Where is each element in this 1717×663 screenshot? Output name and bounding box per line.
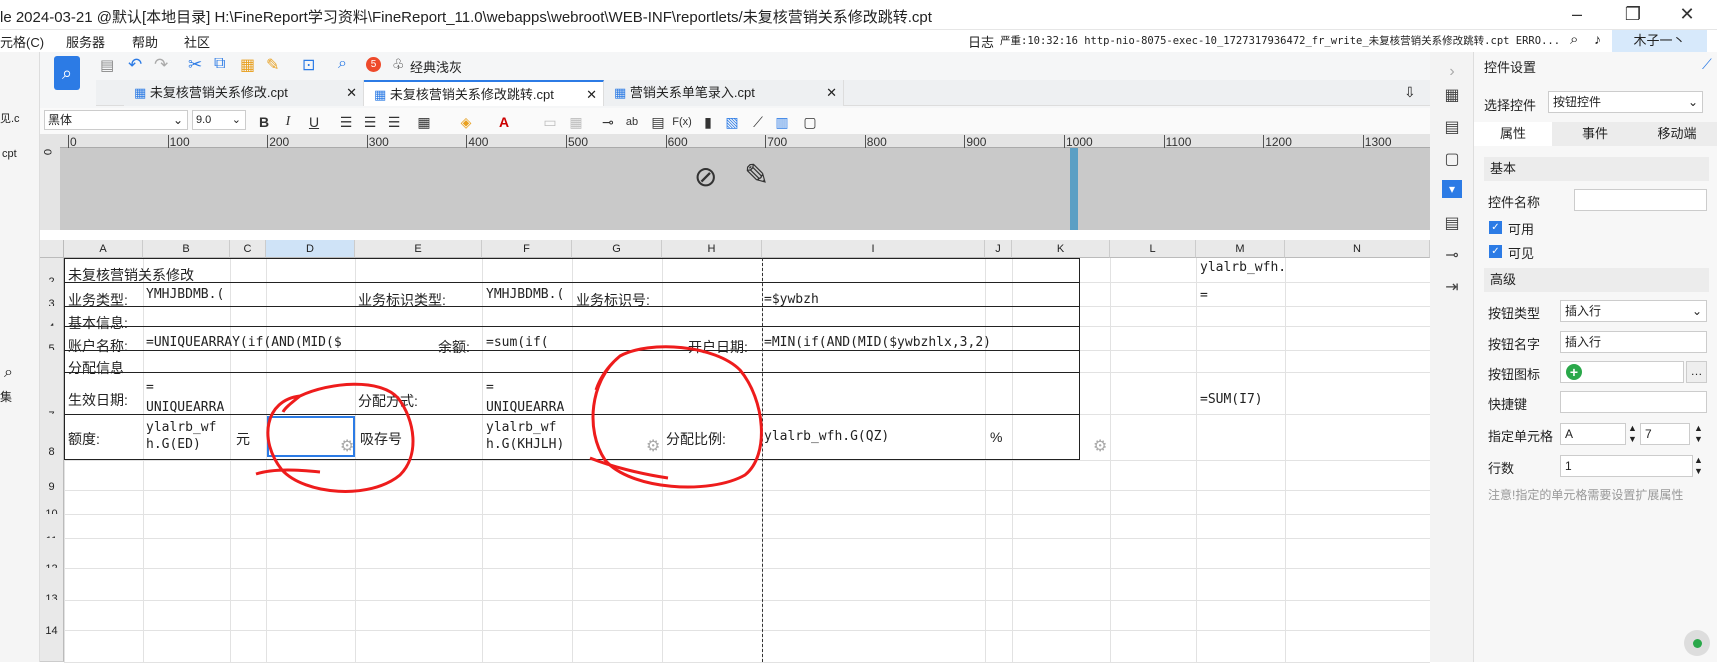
annotation-layer <box>255 345 763 493</box>
annotation-circle <box>591 345 763 489</box>
annotation-stroke <box>255 468 321 476</box>
annotation-circle <box>266 382 415 493</box>
